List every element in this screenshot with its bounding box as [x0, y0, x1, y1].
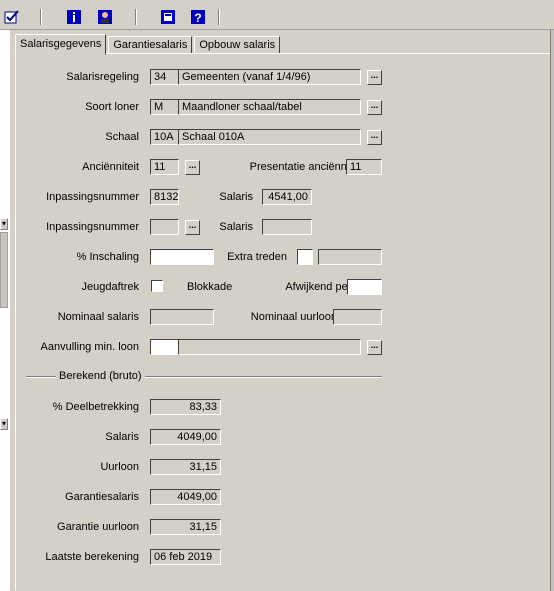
afwijkend-perct-field[interactable]: [347, 279, 382, 295]
uurloon-label: Uurloon: [100, 461, 139, 473]
schaal-code-field[interactable]: 10A: [150, 129, 179, 145]
inpassingsnummer-2-lookup-button[interactable]: ...: [185, 220, 200, 235]
schaal-lookup-button[interactable]: ...: [367, 130, 382, 145]
nominaal-uurloon-label: Nominaal uurloon: [250, 311, 337, 323]
svg-text:?: ?: [194, 11, 201, 25]
toolbar-separator: [40, 9, 42, 25]
garantiesalaris-field: 4049,00: [150, 489, 221, 505]
berekend-salaris-field: 4049,00: [150, 429, 221, 445]
deelbetrekking-label: % Deelbetrekking: [52, 401, 139, 413]
salarisgegevens-panel: Salarisregeling 34 Gemeenten (vanaf 1/4/…: [15, 53, 551, 591]
scroll-down-icon[interactable]: ▾: [0, 218, 8, 230]
toolbar: ?: [0, 0, 554, 30]
salarisregeling-desc-field: Gemeenten (vanaf 1/4/96): [178, 69, 361, 85]
check-icon[interactable]: [4, 9, 20, 25]
ancienniteit-field[interactable]: 11: [150, 159, 179, 175]
garantie-uurloon-label: Garantie uurloon: [57, 521, 139, 533]
inpassingsnummer-2-label: Inpassingsnummer: [46, 221, 139, 233]
salaris-2-label: Salaris: [219, 221, 253, 233]
uurloon-field: 31,15: [150, 459, 221, 475]
salaris-label: Salaris: [219, 191, 253, 203]
aanvulling-desc-field: [178, 339, 361, 355]
garantiesalaris-label: Garantiesalaris: [65, 491, 139, 503]
blokkade-label: Blokkade: [187, 281, 233, 293]
info-icon[interactable]: [66, 9, 82, 25]
main-area: Salarisgegevens Garantiesalaris Opbouw s…: [11, 30, 554, 591]
inschaling-label: % Inschaling: [76, 251, 139, 263]
aanvulling-lookup-button[interactable]: ...: [367, 340, 382, 355]
soort-loner-code-field[interactable]: M: [150, 99, 179, 115]
salarisregeling-code-field[interactable]: 34: [150, 69, 179, 85]
toolbar-separator: [135, 9, 137, 25]
berekend-group-title: Berekend (bruto): [56, 370, 145, 382]
inpassingsnummer-field[interactable]: 8132: [150, 189, 179, 205]
salarisregeling-label: Salarisregeling: [66, 71, 139, 83]
left-pane: [0, 30, 10, 591]
scroll-down-icon[interactable]: ▾: [0, 418, 8, 430]
aanvulling-code-field[interactable]: [150, 339, 179, 355]
tab-opbouw-salaris[interactable]: Opbouw salaris: [194, 36, 281, 54]
inschaling-field[interactable]: [150, 249, 214, 265]
presentatie-ancienniteit-field[interactable]: 11: [346, 159, 382, 175]
schaal-desc-field: Schaal 010A: [178, 129, 361, 145]
right-edge: [550, 30, 554, 591]
salaris-field: 4541,00: [262, 189, 312, 205]
aanvulling-min-loon-label: Aanvulling min. loon: [40, 341, 139, 353]
tab-salarisgegevens[interactable]: Salarisgegevens: [15, 34, 107, 55]
nominaal-salaris-label: Nominaal salaris: [57, 311, 139, 323]
person-icon[interactable]: [97, 9, 113, 25]
toolbar-separator: [218, 9, 220, 25]
laatste-berekening-field: 06 feb 2019: [150, 549, 221, 565]
tab-bar: Salarisgegevens Garantiesalaris Opbouw s…: [15, 34, 282, 55]
jeugdaftrek-checkbox[interactable]: [151, 280, 163, 292]
help-icon[interactable]: ?: [190, 9, 206, 25]
tab-garantiesalaris[interactable]: Garantiesalaris: [108, 36, 193, 54]
laatste-berekening-label: Laatste berekening: [45, 551, 139, 563]
soort-loner-desc-field: Maandloner schaal/tabel: [178, 99, 361, 115]
extra-treden-desc-field: [318, 249, 382, 265]
deelbetrekking-field: 83,33: [150, 399, 221, 415]
salarisregeling-lookup-button[interactable]: ...: [367, 70, 382, 85]
calculator-icon[interactable]: [160, 9, 176, 25]
garantie-uurloon-field: 31,15: [150, 519, 221, 535]
extra-treden-label: Extra treden: [227, 251, 287, 263]
ancienniteit-label: Anciënniteit: [82, 161, 139, 173]
schaal-label: Schaal: [105, 131, 139, 143]
soort-loner-lookup-button[interactable]: ...: [367, 100, 382, 115]
soort-loner-label: Soort loner: [85, 101, 139, 113]
nominaal-uurloon-field: [333, 309, 382, 325]
extra-treden-field[interactable]: [297, 249, 313, 265]
nominaal-salaris-field: [150, 309, 214, 325]
inpassingsnummer-2-field[interactable]: [150, 219, 179, 235]
berekend-salaris-label: Salaris: [105, 431, 139, 443]
salaris-2-field: [262, 219, 312, 235]
inpassingsnummer-label: Inpassingsnummer: [46, 191, 139, 203]
scrollbar-thumb[interactable]: [0, 232, 8, 308]
ancienniteit-lookup-button[interactable]: ...: [185, 160, 200, 175]
jeugdaftrek-label: Jeugdaftrek: [81, 281, 139, 293]
